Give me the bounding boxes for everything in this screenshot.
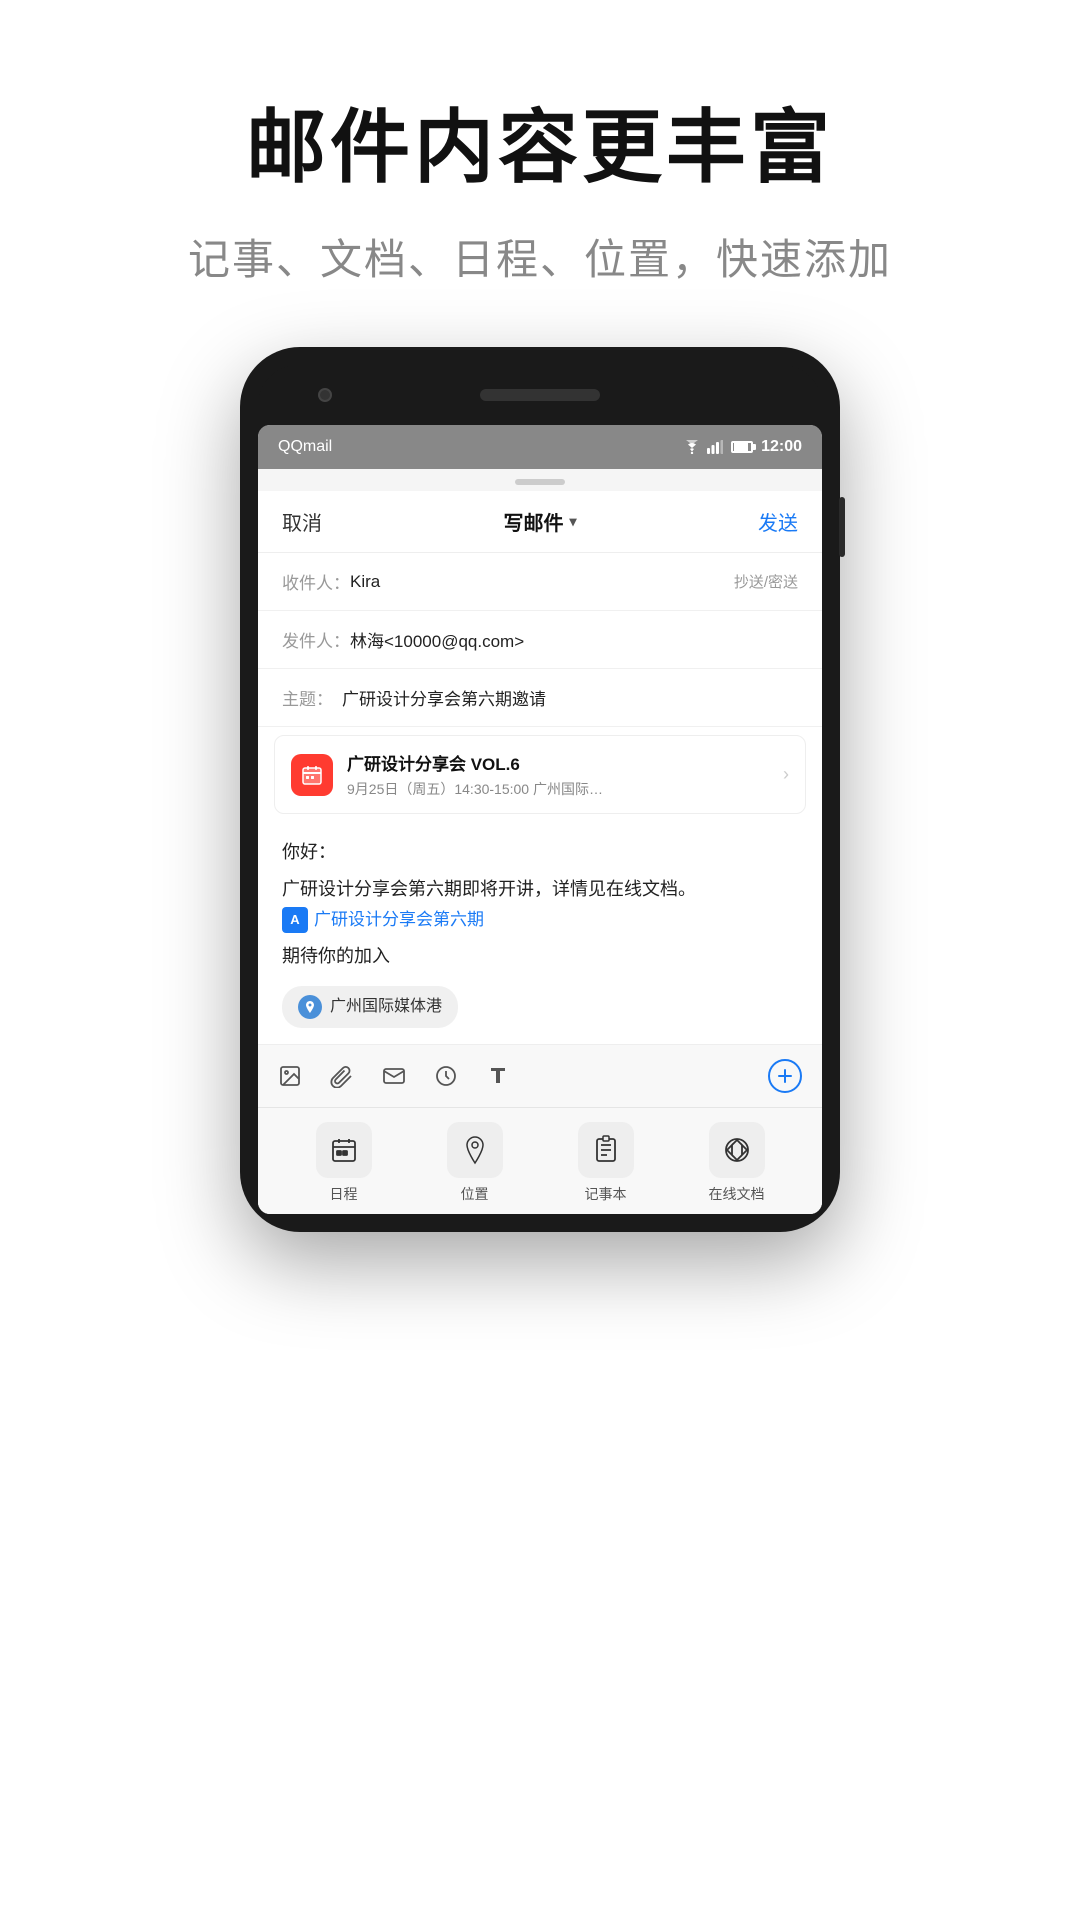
email-body[interactable]: 你好： 广研设计分享会第六期即将开讲，详情见在线文档。 A 广研设计分享会第六期… — [258, 822, 822, 1044]
notepad-tab-svg — [592, 1135, 620, 1165]
calendar-tab-icon — [316, 1122, 372, 1178]
event-title: 广研设计分享会 VOL.6 — [347, 750, 783, 775]
title-dropdown-arrow[interactable]: ▾ — [569, 513, 576, 530]
recipient-value[interactable]: Kira — [350, 572, 734, 592]
plus-button[interactable] — [768, 1059, 802, 1093]
send-button[interactable]: 发送 — [758, 507, 798, 536]
body-greeting: 你好： — [282, 838, 798, 867]
doc-link[interactable]: A 广研设计分享会第六期 — [282, 906, 484, 933]
image-svg — [278, 1064, 302, 1088]
mail-svg — [382, 1064, 406, 1088]
mail-icon[interactable] — [382, 1064, 406, 1088]
subject-label: 主题： — [282, 685, 342, 710]
doc-icon: A — [282, 907, 308, 933]
phone-top-bar — [258, 365, 822, 425]
cancel-button[interactable]: 取消 — [282, 507, 322, 536]
doc-link-text[interactable]: 广研设计分享会第六期 — [314, 906, 484, 933]
body-content: 广研设计分享会第六期即将开讲，详情见在线文档。 A 广研设计分享会第六期 — [282, 875, 798, 934]
status-bar: QQmail — [258, 425, 822, 469]
tab-location-label: 位置 — [461, 1184, 489, 1204]
phone-side-button — [839, 497, 845, 557]
email-toolbar — [258, 1044, 822, 1107]
sender-value[interactable]: 林海<10000@qq.com> — [350, 627, 798, 652]
phone-screen: QQmail — [258, 425, 822, 1214]
online-doc-tab-icon — [709, 1122, 765, 1178]
location-dot-icon — [298, 995, 322, 1019]
online-doc-tab-svg — [722, 1135, 752, 1165]
event-info: 广研设计分享会 VOL.6 9月25日（周五）14:30-15:00 广州国际… — [347, 750, 783, 799]
compose-title: 写邮件 ▾ — [503, 507, 576, 536]
clock-svg — [434, 1064, 458, 1088]
event-calendar-icon — [291, 754, 333, 796]
calendar-tab-svg — [329, 1135, 359, 1165]
status-right-icons: 12:00 — [683, 438, 802, 456]
event-arrow-icon: › — [783, 764, 789, 785]
header-section: 邮件内容更丰富 记事、文档、日程、位置，快速添加 — [0, 0, 1080, 347]
sender-field: 发件人： 林海<10000@qq.com> — [258, 611, 822, 669]
sender-label: 发件人： — [282, 627, 350, 652]
battery-icon — [731, 441, 753, 453]
text-t-svg — [486, 1064, 510, 1088]
cc-label[interactable]: 抄送/密送 — [734, 571, 798, 592]
subject-field: 主题： 广研设计分享会第六期邀请 — [258, 669, 822, 727]
location-name: 广州国际媒体港 — [330, 994, 442, 1020]
toolbar-icons — [278, 1064, 510, 1088]
signal-icon — [707, 440, 723, 454]
event-time: 9月25日（周五）14:30-15:00 广州国际… — [347, 779, 783, 799]
tab-location[interactable]: 位置 — [409, 1122, 540, 1204]
calendar-svg — [300, 763, 324, 787]
plus-svg — [777, 1068, 793, 1084]
attachment-svg — [330, 1064, 354, 1088]
subject-value[interactable]: 广研设计分享会第六期邀请 — [342, 685, 798, 710]
phone-camera — [318, 388, 332, 402]
email-nav: 取消 写邮件 ▾ 发送 — [258, 491, 822, 553]
tab-online-doc[interactable]: 在线文档 — [671, 1122, 802, 1204]
sub-title: 记事、文档、日程、位置，快速添加 — [0, 226, 1080, 287]
tab-notepad-label: 记事本 — [585, 1184, 627, 1204]
phone-speaker — [480, 389, 600, 401]
status-time: 12:00 — [761, 438, 802, 456]
location-chip[interactable]: 广州国际媒体港 — [282, 986, 458, 1028]
wifi-icon — [683, 440, 701, 454]
bottom-tabs: 日程 位置 — [258, 1107, 822, 1214]
location-tab-svg — [461, 1135, 489, 1165]
email-compose: 取消 写邮件 ▾ 发送 收件人： Kira 抄送/密送 发件人： 林海<10 — [258, 491, 822, 1214]
tab-calendar-label: 日程 — [330, 1184, 358, 1204]
tab-online-doc-label: 在线文档 — [709, 1184, 765, 1204]
phone-wrapper: QQmail — [0, 347, 1080, 1232]
tab-notepad[interactable]: 记事本 — [540, 1122, 671, 1204]
notepad-tab-icon — [578, 1122, 634, 1178]
location-tab-icon — [447, 1122, 503, 1178]
attachment-icon[interactable] — [330, 1064, 354, 1088]
body-ending: 期待你的加入 — [282, 942, 798, 971]
image-icon[interactable] — [278, 1064, 302, 1088]
status-icons — [683, 440, 723, 454]
clock-icon[interactable] — [434, 1064, 458, 1088]
main-title: 邮件内容更丰富 — [0, 100, 1080, 196]
event-card[interactable]: 广研设计分享会 VOL.6 9月25日（周五）14:30-15:00 广州国际…… — [274, 735, 806, 814]
tab-calendar[interactable]: 日程 — [278, 1122, 409, 1204]
recipient-label: 收件人： — [282, 569, 350, 594]
recipient-field: 收件人： Kira 抄送/密送 — [258, 553, 822, 611]
scroll-handle — [515, 479, 565, 485]
pin-svg — [303, 1000, 317, 1014]
text-format-icon[interactable] — [486, 1064, 510, 1088]
status-app-name: QQmail — [278, 438, 332, 456]
phone-device: QQmail — [240, 347, 840, 1232]
